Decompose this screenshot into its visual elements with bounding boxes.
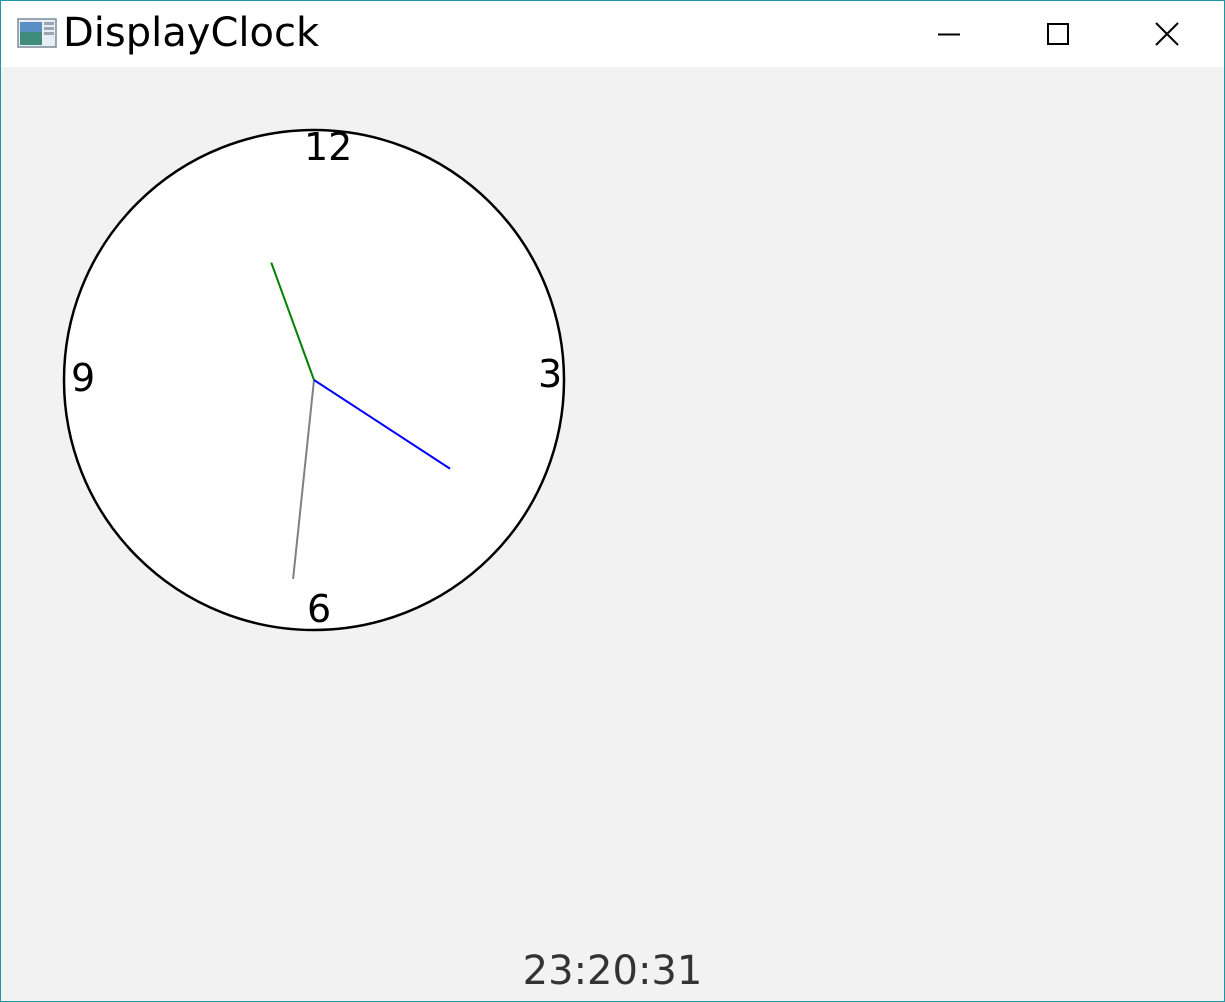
minimize-icon (938, 33, 960, 36)
maximize-button[interactable] (1003, 1, 1113, 67)
minimize-button[interactable] (894, 1, 1004, 67)
app-icon (17, 18, 57, 48)
maximize-icon (1047, 23, 1069, 45)
close-button[interactable] (1112, 1, 1222, 67)
window-title: DisplayClock (63, 10, 320, 56)
close-icon (1155, 22, 1179, 46)
clock-number-3: 3 (538, 352, 562, 396)
app-window: DisplayClock 12 3 6 9 23:20:31 (0, 0, 1225, 1002)
title-bar[interactable]: DisplayClock (1, 1, 1224, 67)
clock-number-6: 6 (307, 587, 331, 631)
clock-number-12: 12 (304, 125, 352, 169)
analog-clock: 12 3 6 9 (62, 125, 566, 632)
clock-number-9: 9 (71, 356, 95, 400)
digital-time: 23:20:31 (522, 948, 703, 994)
client-area: 12 3 6 9 23:20:31 (1, 67, 1224, 1001)
